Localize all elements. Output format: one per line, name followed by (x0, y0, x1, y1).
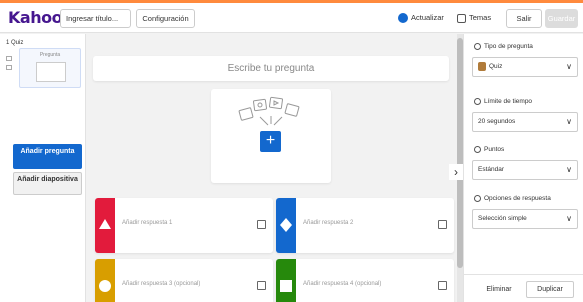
panel-footer: Eliminar Duplicar (464, 274, 583, 302)
add-media-button[interactable]: + (260, 131, 281, 152)
delete-button[interactable]: Eliminar (478, 281, 520, 298)
answer-option-4[interactable]: Añadir respuesta 4 (opcional) (276, 259, 454, 302)
points-label: Puntos (484, 146, 505, 154)
slide-thumbnail[interactable]: Pregunta (19, 48, 81, 88)
points-value: Estándar (478, 166, 505, 173)
grid-icon (474, 195, 481, 202)
question-type-value: Quiz (489, 63, 503, 70)
answer-options-label: Opciones de respuesta (484, 195, 551, 203)
triangle-icon (99, 219, 111, 229)
update-icon (398, 13, 408, 24)
diamond-icon (280, 218, 292, 232)
answer-options-heading: Opciones de respuesta (474, 195, 551, 202)
thumb-question-label: Pregunta (39, 52, 61, 58)
collapse-panel-chevron-icon[interactable]: › (449, 164, 463, 180)
question-type-heading: Tipo de pregunta (474, 43, 533, 50)
answer-color-strip (276, 259, 296, 302)
duplicate-button[interactable]: Duplicar (526, 281, 574, 298)
time-limit-label: Límite de tiempo (484, 98, 533, 106)
delete-slide-icon[interactable] (6, 65, 12, 70)
question-type-select[interactable]: Quiz ∨ (472, 57, 578, 77)
slide-label: 1 Quiz (6, 40, 24, 46)
settings-button[interactable]: Configuración (136, 9, 195, 28)
add-question-button[interactable]: Añadir pregunta (13, 144, 82, 169)
answer-options-value: Selección simple (478, 215, 527, 222)
answer-option-3[interactable]: Añadir respuesta 3 (opcional) (95, 259, 273, 302)
answer-1-label: Añadir respuesta 1 (122, 220, 173, 226)
answer-color-strip (95, 198, 115, 253)
update-button[interactable]: Actualizar (398, 12, 444, 24)
points-heading: Puntos (474, 146, 504, 153)
answer-color-strip (95, 259, 115, 302)
question-type-label: Tipo de pregunta (484, 43, 533, 51)
answer-4-label: Añadir respuesta 4 (opcional) (303, 281, 382, 287)
chevron-down-icon: ∨ (566, 117, 572, 126)
answer-option-2[interactable]: Añadir respuesta 2 (276, 198, 454, 253)
points-select[interactable]: Estándar ∨ (472, 160, 578, 180)
themes-button[interactable]: Temas (457, 12, 491, 24)
question-type-icon (474, 43, 481, 50)
answer-image-icon[interactable] (438, 220, 447, 229)
slide-actions (6, 56, 14, 82)
square-icon (280, 280, 292, 292)
themes-label: Temas (469, 13, 492, 22)
media-upload-area[interactable]: + (211, 89, 331, 183)
chevron-down-icon: ∨ (566, 62, 572, 71)
media-illustration-icon (238, 96, 300, 126)
settings-panel: Tipo de pregunta Quiz ∨ Límite de tiempo… (463, 34, 583, 302)
clock-icon (474, 98, 481, 105)
themes-icon (457, 13, 466, 23)
add-slide-button[interactable]: Añadir diapositiva (13, 172, 82, 195)
time-limit-heading: Límite de tiempo (474, 98, 532, 105)
thumb-media-placeholder (36, 62, 66, 82)
answer-3-label: Añadir respuesta 3 (opcional) (122, 281, 201, 287)
question-editor: Escribe tu pregunta + Añadir respuesta 1 (87, 34, 455, 302)
answer-image-icon[interactable] (257, 281, 266, 290)
answer-image-icon[interactable] (438, 281, 447, 290)
chevron-down-icon: ∨ (566, 165, 572, 174)
circle-icon (99, 280, 111, 292)
time-limit-value: 20 segundos (478, 118, 516, 125)
chevron-down-icon: ∨ (566, 214, 572, 223)
top-header: Kahoot! Ingresar título... Configuración… (0, 3, 583, 33)
medal-icon (474, 146, 481, 153)
time-limit-select[interactable]: 20 segundos ∨ (472, 112, 578, 132)
update-label: Actualizar (411, 13, 444, 22)
answer-image-icon[interactable] (257, 220, 266, 229)
question-input[interactable]: Escribe tu pregunta (93, 56, 449, 81)
title-input[interactable]: Ingresar título... (60, 9, 131, 28)
exit-button[interactable]: Salir (506, 9, 542, 28)
slides-sidebar: 1 Quiz Pregunta Añadir pregunta Añadir d… (0, 34, 86, 302)
quiz-icon (478, 61, 486, 71)
answer-2-label: Añadir respuesta 2 (303, 220, 354, 226)
duplicate-slide-icon[interactable] (6, 56, 12, 61)
answer-color-strip (276, 198, 296, 253)
answer-options-select[interactable]: Selección simple ∨ (472, 209, 578, 229)
answer-option-1[interactable]: Añadir respuesta 1 (95, 198, 273, 253)
save-button[interactable]: Guardar (545, 9, 578, 28)
